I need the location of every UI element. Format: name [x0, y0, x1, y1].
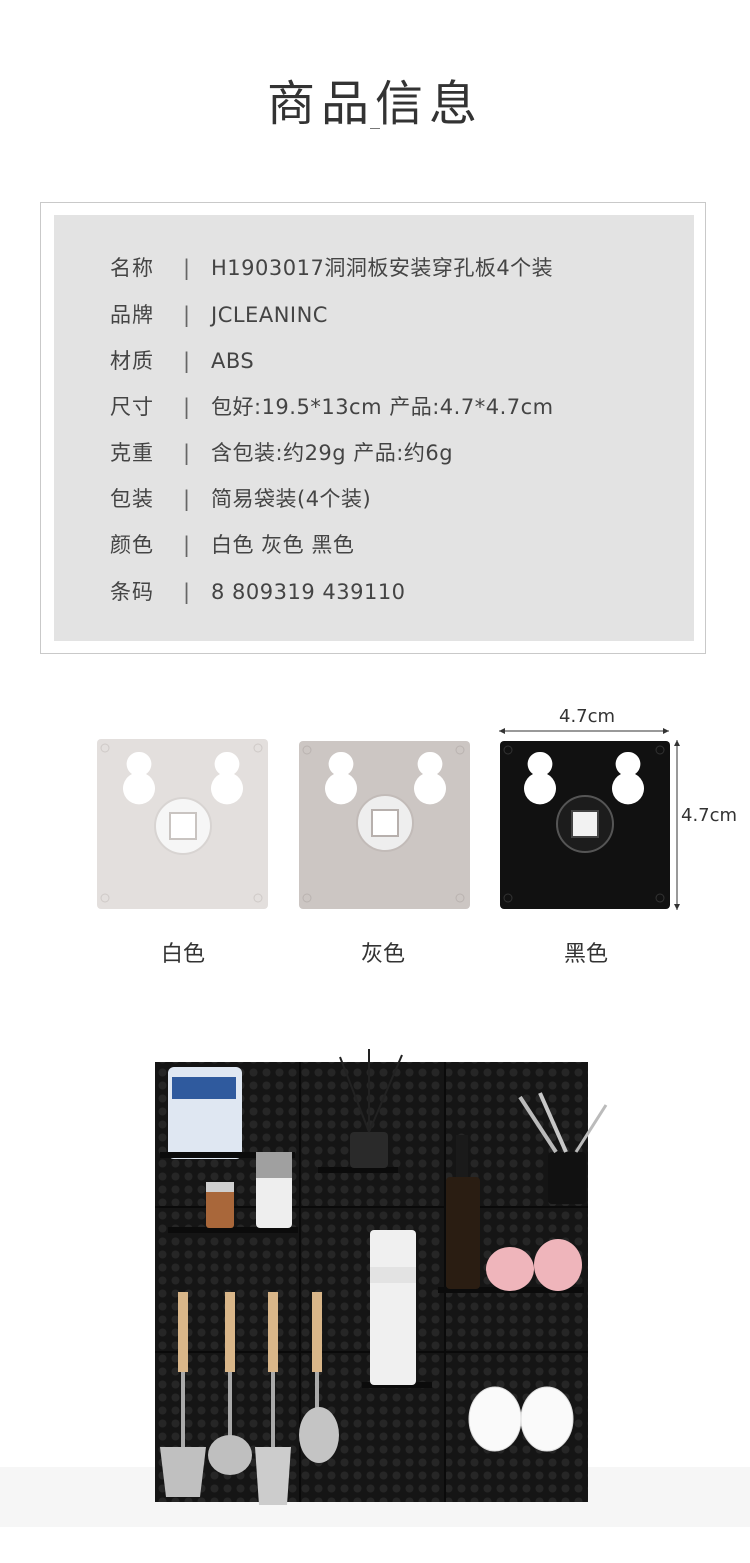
info-key: 尺寸: [110, 395, 154, 419]
info-key: 包装: [110, 487, 154, 511]
color-label-gray: 灰色: [360, 942, 405, 967]
gray-panel-image: [299, 741, 470, 909]
page-title: 商品信息: [266, 76, 483, 132]
pink-jar: [486, 1247, 534, 1291]
center-square: [371, 809, 399, 837]
info-value: ABS: [211, 349, 255, 373]
info-separator: |: [183, 580, 191, 604]
height-label: 4.7cm: [681, 805, 738, 826]
arrow-icon: [674, 904, 680, 910]
color-label-black: 黑色: [563, 942, 608, 967]
info-value: 含包装:约29g 产品:约6g: [211, 441, 454, 465]
info-value: 白色 灰色 黑色: [211, 533, 355, 557]
info-key: 名称: [110, 256, 154, 280]
white-mug: [468, 1386, 522, 1452]
info-value: 8 809319 439110: [211, 580, 406, 604]
product-info-panel: 名称 | H1903017洞洞板安装穿孔板4个装 品牌 | JCLEANINC …: [54, 215, 694, 641]
keyhole-slot: [211, 751, 244, 805]
info-separator: |: [183, 349, 191, 373]
info-key: 品牌: [110, 303, 154, 327]
info-separator: |: [183, 303, 191, 327]
oil-bottle: [446, 1177, 480, 1289]
diffuser-bottle: [350, 1132, 388, 1168]
keyhole-slot: [325, 751, 357, 805]
pink-jar: [534, 1239, 582, 1291]
info-key: 颜色: [110, 533, 154, 557]
info-separator: |: [183, 441, 191, 465]
info-separator: |: [183, 256, 191, 280]
info-separator: |: [183, 395, 191, 419]
pegboard-usage-photo: [0, 1027, 750, 1527]
width-label: 4.7cm: [559, 706, 616, 727]
dimension-lines: [499, 728, 680, 910]
info-key: 材质: [110, 349, 154, 373]
info-value: JCLEANINC: [211, 303, 328, 327]
title-underline: [370, 128, 380, 129]
paper-roll: [370, 1230, 416, 1385]
info-separator: |: [183, 487, 191, 511]
color-label-white: 白色: [160, 942, 205, 967]
info-key: 克重: [110, 441, 154, 465]
white-panel-image: [97, 739, 268, 909]
center-square: [169, 812, 197, 840]
info-separator: |: [183, 533, 191, 557]
info-key: 条码: [110, 580, 154, 604]
info-value: H1903017洞洞板安装穿孔板4个装: [211, 256, 554, 280]
arrow-icon: [663, 728, 669, 734]
white-mug: [520, 1386, 574, 1452]
utensil-cup: [548, 1152, 586, 1204]
arrow-icon: [499, 728, 505, 734]
info-value: 简易袋装(4个装): [211, 487, 372, 511]
keyhole-slot: [123, 751, 155, 805]
keyhole-slot: [414, 751, 446, 805]
info-value: 包好:19.5*13cm 产品:4.7*4.7cm: [211, 395, 554, 419]
arrow-icon: [674, 740, 680, 746]
